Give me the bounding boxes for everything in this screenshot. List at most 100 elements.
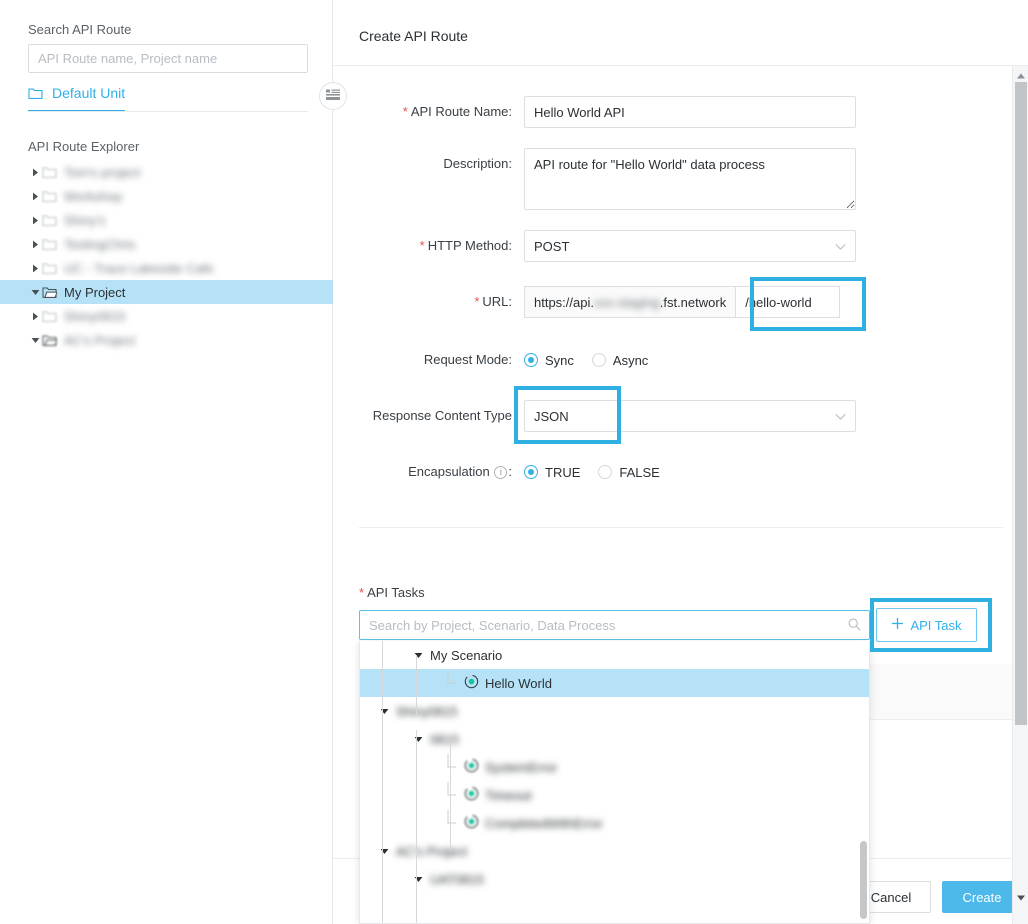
chevron-down-icon[interactable] — [412, 652, 424, 659]
chevron-down-icon[interactable] — [28, 289, 42, 296]
http-method-label: *HTTP Method: — [359, 230, 524, 262]
panel-scrollbar-thumb[interactable] — [1015, 82, 1027, 725]
encapsulation-radio-group: TRUE FALSE — [524, 456, 660, 488]
dropdown-scrollbar-thumb[interactable] — [860, 841, 867, 919]
section-divider — [359, 527, 1003, 528]
url-prefix-static: https://api.xxx-staging.fst.network — [524, 286, 735, 318]
tree-item-label: TestingChris — [64, 237, 136, 252]
chevron-right-icon[interactable] — [28, 216, 42, 225]
tree-item[interactable]: UC - Trace Lakeside Cafe — [0, 256, 333, 280]
scroll-down-arrow-icon[interactable] — [1016, 890, 1026, 900]
api-tasks-dropdown: My Scenario Hello World Shiny0815 0815 Syste… — [359, 641, 870, 924]
api-route-explorer-title: API Route Explorer — [28, 139, 139, 154]
tree-guide-line — [416, 655, 417, 715]
tree-item-label: Tom's project — [64, 165, 140, 180]
api-tasks-search-input[interactable] — [359, 610, 870, 640]
request-mode-label: Request Mode: — [359, 344, 524, 376]
chevron-down-icon[interactable] — [412, 876, 424, 883]
tree-item[interactable]: Shiny0815 — [0, 304, 333, 328]
url-prefix-head: https://api. — [534, 295, 594, 310]
api-route-name-label: *API Route Name: — [359, 96, 524, 128]
url-prefix-redacted: xxx-staging — [594, 295, 660, 310]
chevron-down-icon[interactable] — [28, 337, 42, 344]
url-prefix-tail: .fst.network — [660, 295, 726, 310]
folder-icon — [42, 238, 64, 251]
url-path-input[interactable] — [735, 286, 840, 318]
http-method-select[interactable]: POST — [524, 230, 856, 262]
chevron-right-icon[interactable] — [28, 192, 42, 201]
radio-request-mode-sync[interactable]: Sync — [524, 353, 574, 368]
radio-request-mode-async[interactable]: Async — [592, 353, 648, 368]
description-textarea[interactable] — [524, 148, 856, 210]
dropdown-item-label: UAT0815 — [430, 872, 484, 887]
dropdown-item-label: Shiny0815 — [396, 704, 457, 719]
sidebar-collapse-toggle[interactable] — [319, 82, 347, 110]
folder-open-icon — [42, 334, 64, 347]
field-encapsulation: Encapsulation i: TRUE FALSE — [359, 456, 660, 488]
dropdown-data-process-item[interactable]: SystemError — [360, 753, 869, 781]
tree-item[interactable]: My Project — [0, 280, 333, 304]
field-api-route-name: *API Route Name: — [359, 96, 856, 128]
tree-item-label: Workshop — [64, 189, 122, 204]
add-api-task-button[interactable]: API Task — [876, 608, 977, 642]
required-asterisk: * — [403, 104, 408, 119]
required-asterisk: * — [420, 238, 425, 253]
dropdown-group-item[interactable]: My Scenario — [360, 641, 869, 669]
panel-scrollbar[interactable] — [1012, 66, 1028, 924]
tree-guide-line — [382, 641, 383, 716]
chevron-down-icon — [835, 409, 846, 424]
radio-encapsulation-false-label: FALSE — [619, 465, 659, 480]
tab-default-unit[interactable]: Default Unit — [28, 85, 125, 112]
chevron-right-icon[interactable] — [28, 264, 42, 273]
tree-item[interactable]: Shiny's — [0, 208, 333, 232]
folder-icon — [28, 87, 43, 100]
page-title: Create API Route — [359, 28, 468, 44]
dropdown-item-label: Hello World — [485, 676, 552, 691]
dropdown-data-process-item[interactable]: CompletedWithError — [360, 809, 869, 837]
field-response-content-type: Response Content Type JSON — [359, 400, 856, 432]
radio-encapsulation-true[interactable]: TRUE — [524, 465, 580, 480]
encapsulation-label: Encapsulation i: — [359, 456, 524, 488]
tab-underline-rule — [28, 111, 308, 112]
dropdown-data-process-item[interactable]: Hello World — [360, 669, 869, 697]
dropdown-group-item[interactable]: Shiny0815 — [360, 697, 869, 725]
api-tasks-dropdown-list: My Scenario Hello World Shiny0815 0815 Syste… — [360, 641, 869, 893]
tree-branch-line — [446, 810, 458, 836]
dropdown-group-item[interactable]: AC's Project — [360, 837, 869, 865]
required-asterisk: * — [474, 294, 479, 309]
tree-guide-line — [416, 730, 417, 858]
dropdown-data-process-item[interactable]: Timeout — [360, 781, 869, 809]
chevron-down-icon[interactable] — [412, 736, 424, 743]
chevron-right-icon[interactable] — [28, 240, 42, 249]
url-composite: https://api.xxx-staging.fst.network — [524, 286, 840, 318]
folder-icon — [42, 262, 64, 275]
api-route-name-input[interactable] — [524, 96, 856, 128]
create-button[interactable]: Create — [942, 881, 1022, 913]
radio-dot-icon — [592, 353, 606, 367]
plus-icon — [891, 617, 904, 633]
scroll-up-arrow-icon[interactable] — [1016, 68, 1026, 78]
radio-encapsulation-false[interactable]: FALSE — [598, 465, 659, 480]
search-icon — [848, 618, 861, 634]
tab-default-unit-label: Default Unit — [52, 85, 125, 101]
dropdown-item-label: Timeout — [485, 788, 531, 803]
tree-item[interactable]: Workshop — [0, 184, 333, 208]
chevron-down-icon[interactable] — [378, 848, 390, 855]
chevron-right-icon[interactable] — [28, 312, 42, 321]
search-api-route-input[interactable] — [28, 44, 308, 73]
response-content-type-select[interactable]: JSON — [524, 400, 856, 432]
field-request-mode: Request Mode: Sync Async — [359, 344, 648, 376]
tree-guide-line — [382, 841, 383, 924]
folder-icon — [42, 310, 64, 323]
dropdown-item-label: 0815 — [430, 732, 459, 747]
data-process-icon — [464, 758, 479, 776]
tree-item[interactable]: AC's Project — [0, 328, 333, 352]
dropdown-group-item[interactable]: UAT0815 — [360, 865, 869, 893]
chevron-down-icon[interactable] — [378, 708, 390, 715]
dropdown-group-item[interactable]: 0815 — [360, 725, 869, 753]
chevron-right-icon[interactable] — [28, 168, 42, 177]
info-icon[interactable]: i — [494, 466, 507, 479]
tree-item[interactable]: TestingChris — [0, 232, 333, 256]
api-tasks-label: *API Tasks — [359, 585, 425, 600]
tree-item[interactable]: Tom's project — [0, 160, 333, 184]
